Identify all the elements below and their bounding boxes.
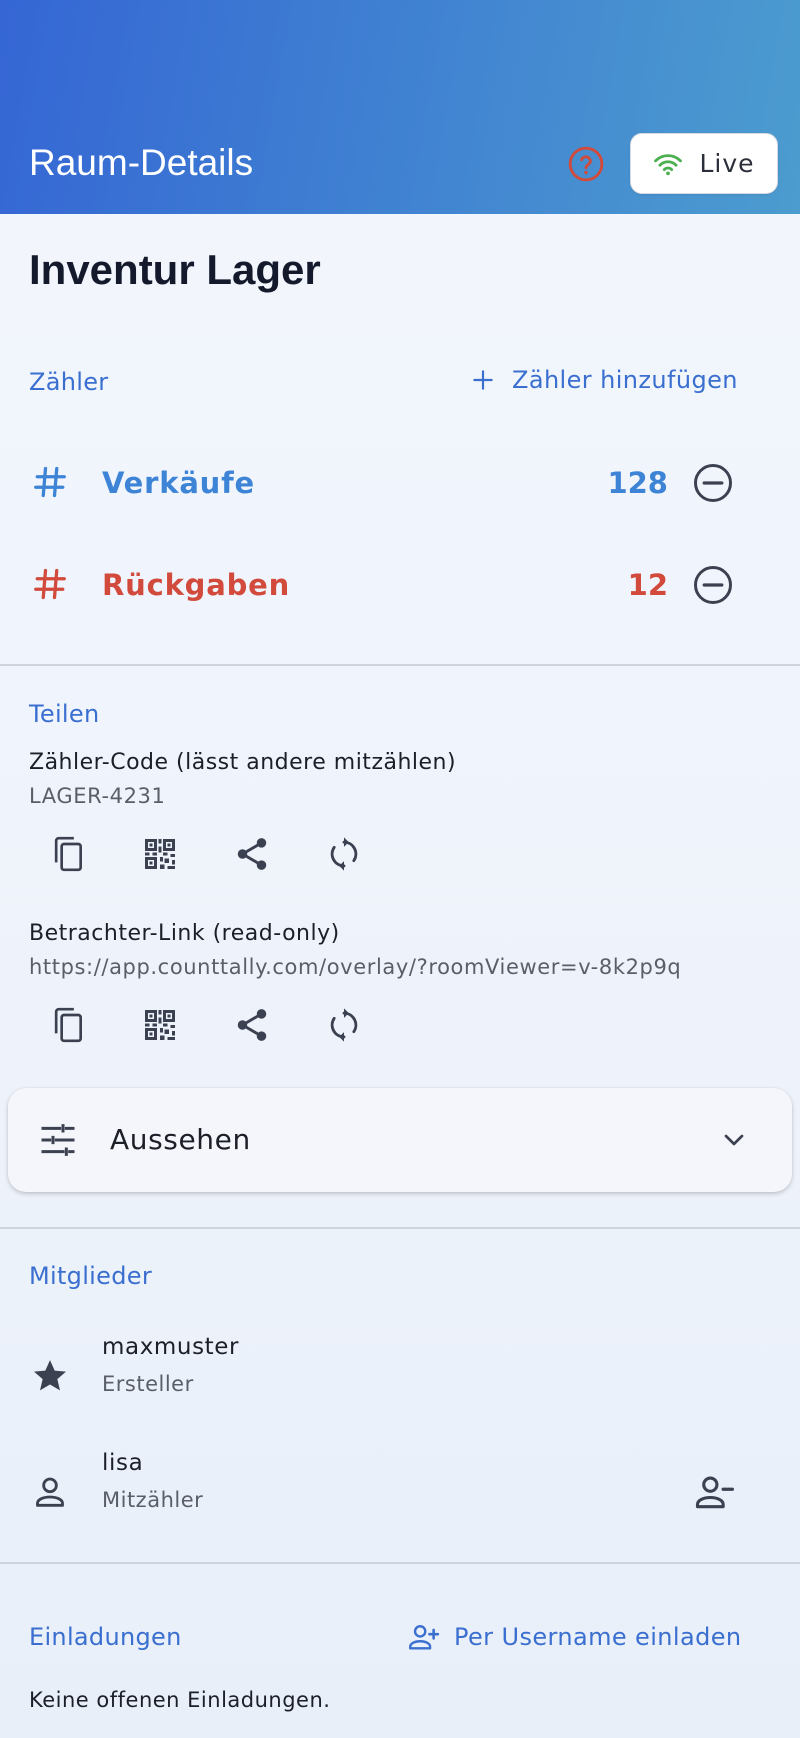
remove-member-icon[interactable] <box>692 1470 736 1514</box>
member-name: lisa <box>102 1450 144 1476</box>
viewer-link-value: https://app.counttally.com/overlay/?room… <box>29 955 682 979</box>
room-name: Inventur Lager <box>29 246 321 293</box>
counter-row-verkaeufe[interactable]: Verkäufe 128 <box>0 444 800 524</box>
members-section-label: Mitglieder <box>29 1262 152 1290</box>
tune-icon <box>41 1124 75 1156</box>
person-add-icon <box>409 1625 440 1650</box>
qr-code-button[interactable] <box>140 834 180 874</box>
copy-icon <box>54 1007 82 1043</box>
share-icon <box>237 1009 267 1041</box>
appearance-label: Aussehen <box>110 1123 251 1156</box>
live-button[interactable]: Live <box>630 133 778 194</box>
wifi-icon <box>654 153 683 175</box>
viewer-link-actions <box>48 1005 364 1045</box>
copy-icon <box>54 836 82 872</box>
counter-code-actions <box>48 834 364 874</box>
viewer-link-title: Betrachter-Link (read-only) <box>29 921 340 946</box>
counter-name: Rückgaben <box>102 568 291 602</box>
member-name: maxmuster <box>102 1334 240 1360</box>
member-row: lisa Mitzähler <box>0 1446 800 1536</box>
invite-by-username-button[interactable]: Per Username einladen <box>406 1620 741 1654</box>
decrement-icon[interactable] <box>692 564 734 606</box>
help-icon <box>568 146 604 182</box>
qr-code-icon <box>145 1010 175 1040</box>
empty-invitations-text: Keine offenen Einladungen. <box>29 1688 331 1712</box>
divider <box>0 1227 800 1229</box>
add-counter-button[interactable]: Zähler hinzufügen <box>470 366 738 394</box>
app-bar: Raum-Details Live <box>0 0 800 214</box>
refresh-icon <box>330 1008 358 1042</box>
copy-button[interactable] <box>48 834 88 874</box>
refresh-icon <box>330 837 358 871</box>
counter-code-value: LAGER-4231 <box>29 784 166 808</box>
divider <box>0 1562 800 1564</box>
counter-value: 12 <box>627 568 668 602</box>
invite-label: Per Username einladen <box>454 1623 742 1651</box>
share-icon <box>237 838 267 870</box>
counters-section-label: Zähler <box>29 368 109 396</box>
page-title: Raum-Details <box>29 142 254 183</box>
qr-code-button[interactable] <box>140 1005 180 1045</box>
counter-code-title: Zähler-Code (lässt andere mitzählen) <box>29 750 457 775</box>
counter-row-rueckgaben[interactable]: Rückgaben 12 <box>0 546 800 626</box>
invitations-section-label: Einladungen <box>29 1623 182 1651</box>
copy-button[interactable] <box>48 1005 88 1045</box>
person-icon <box>36 1477 64 1507</box>
member-role: Ersteller <box>102 1372 194 1396</box>
regenerate-button[interactable] <box>324 1005 364 1045</box>
help-button[interactable] <box>566 144 606 184</box>
regenerate-button[interactable] <box>324 834 364 874</box>
plus-icon <box>473 370 493 390</box>
counter-name: Verkäufe <box>102 466 256 500</box>
chevron-down-icon <box>724 1134 744 1146</box>
star-icon <box>34 1360 66 1391</box>
member-role: Mitzähler <box>102 1488 204 1512</box>
qr-code-icon <box>145 839 175 869</box>
hash-icon <box>34 568 66 600</box>
divider <box>0 664 800 666</box>
counter-value: 128 <box>607 466 668 500</box>
add-counter-label: Zähler hinzufügen <box>512 366 738 394</box>
member-row: maxmuster Ersteller <box>0 1330 800 1420</box>
appearance-expander[interactable]: Aussehen <box>8 1088 792 1192</box>
live-label: Live <box>699 149 755 178</box>
share-button[interactable] <box>232 1005 272 1045</box>
share-section-label: Teilen <box>29 700 100 728</box>
hash-icon <box>34 466 66 498</box>
share-button[interactable] <box>232 834 272 874</box>
decrement-icon[interactable] <box>692 462 734 504</box>
